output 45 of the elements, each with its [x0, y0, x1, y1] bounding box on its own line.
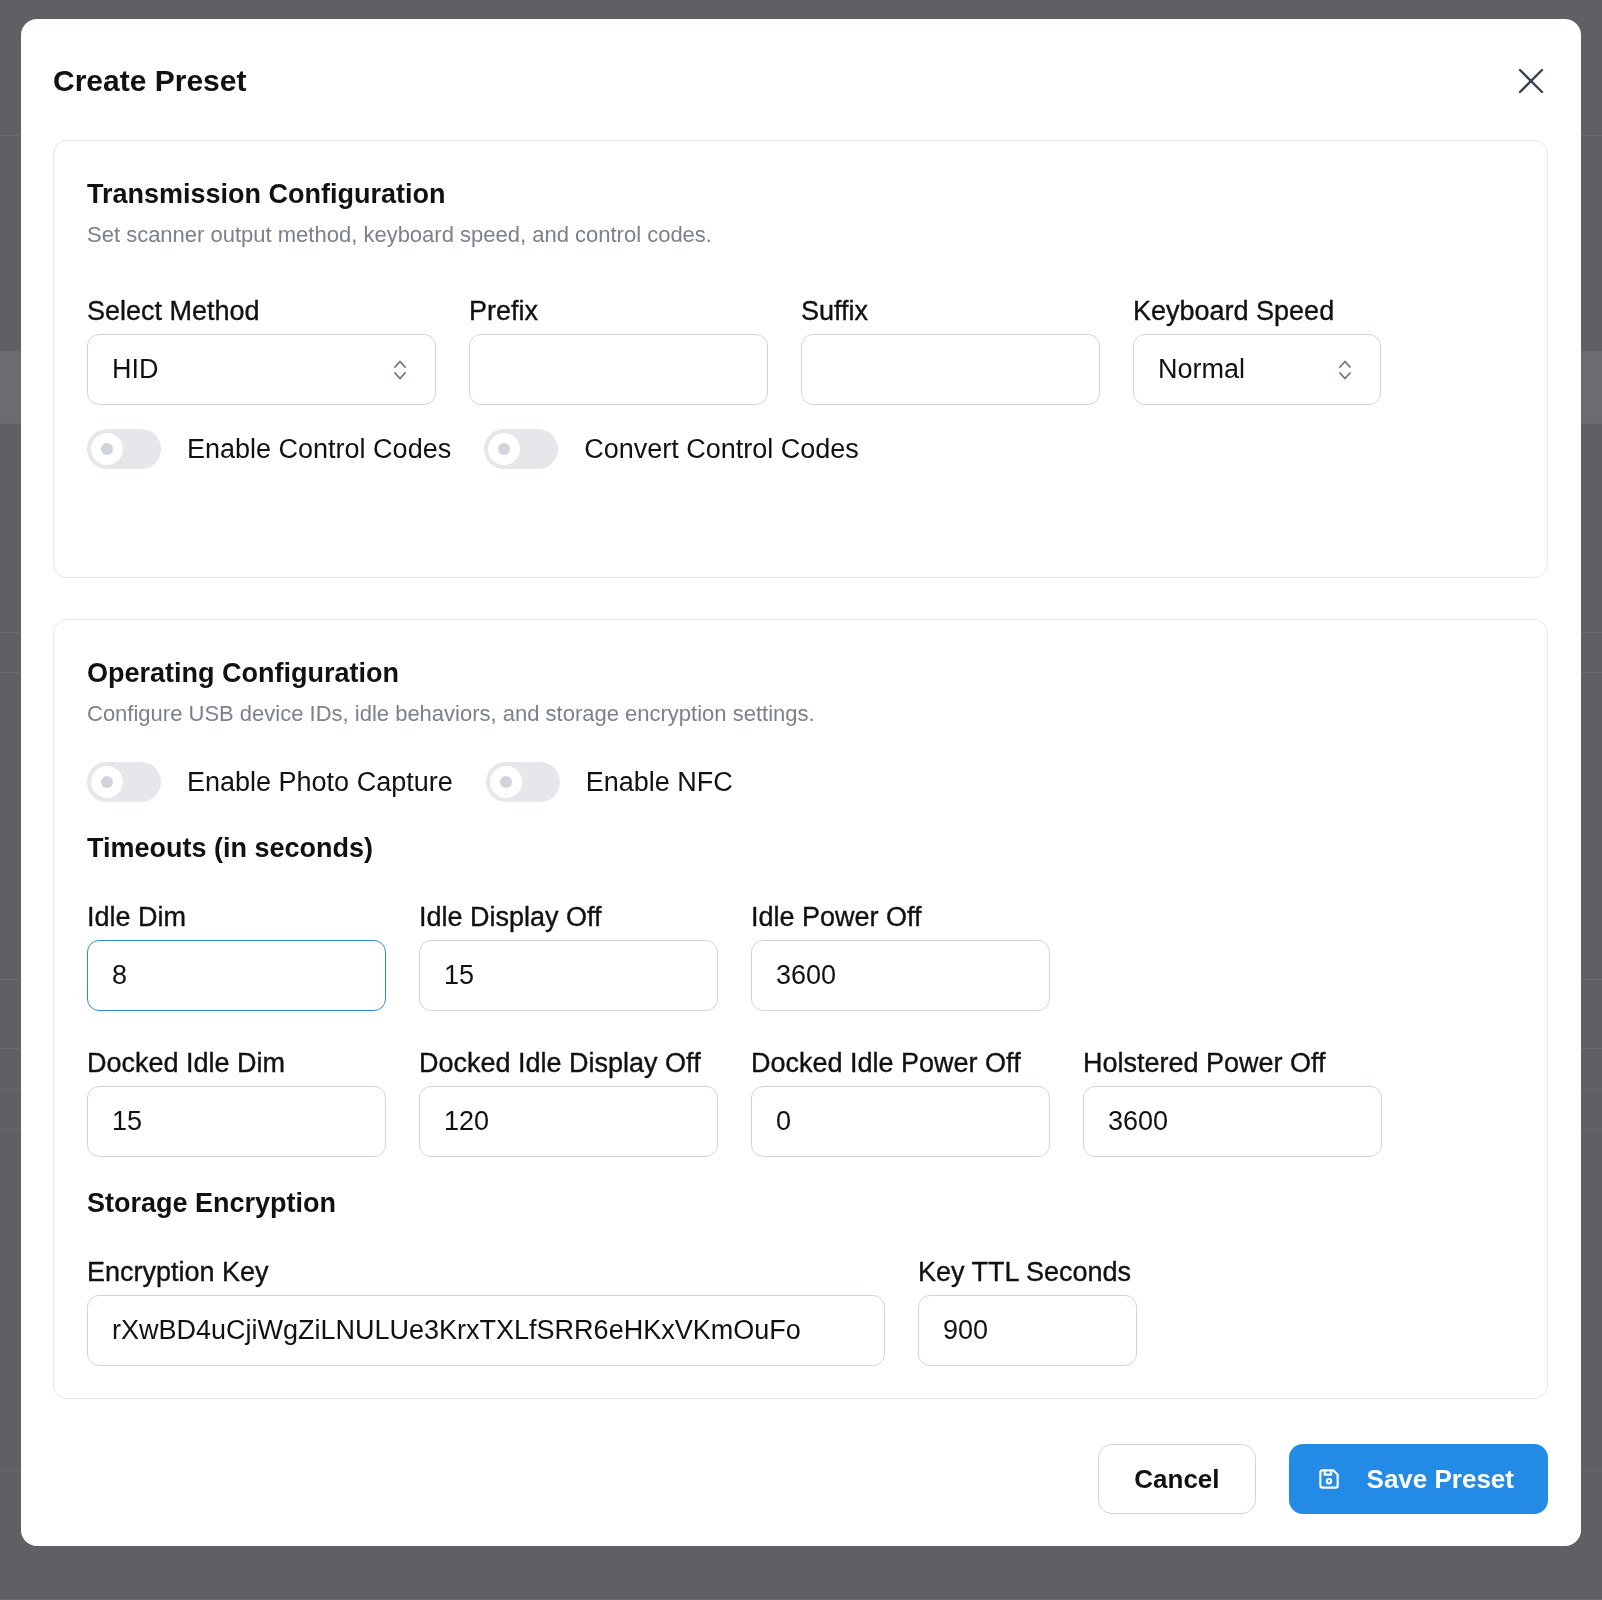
- field-label: Docked Idle Power Off: [751, 1047, 1021, 1079]
- toggle-switch[interactable]: [87, 429, 161, 469]
- field-label: Idle Dim: [87, 901, 187, 933]
- field-label: Docked Idle Display Off: [419, 1047, 701, 1079]
- input-field[interactable]: 3600: [751, 940, 1050, 1011]
- input-field[interactable]: 0: [751, 1086, 1050, 1157]
- toggle-label: Enable NFC: [585, 766, 733, 798]
- cancel-button[interactable]: Cancel: [1098, 1444, 1256, 1514]
- subsection-heading: Storage Encryption: [87, 1187, 338, 1219]
- field-label: Select Method: [87, 295, 260, 327]
- subsection-heading: Timeouts (in seconds): [87, 832, 375, 864]
- toggle-label: Convert Control Codes: [584, 433, 859, 465]
- input-field[interactable]: 900: [918, 1295, 1137, 1366]
- toggle-switch[interactable]: [484, 429, 559, 469]
- toggle-switch[interactable]: [87, 762, 161, 802]
- dialog-title: Create Preset: [53, 63, 247, 99]
- field-label: Idle Power Off: [751, 901, 922, 933]
- input-field[interactable]: 3600: [1083, 1086, 1382, 1157]
- field-label: Docked Idle Dim: [87, 1047, 286, 1079]
- select-field[interactable]: HID: [87, 334, 436, 405]
- section-description: Set scanner output method, keyboard speed, and control codes.: [87, 221, 713, 249]
- input-field[interactable]: 15: [87, 1086, 386, 1157]
- toggle-switch[interactable]: [485, 762, 560, 802]
- input-field[interactable]: rXwBD4uCjiWgZiLNULUe3KrxTXLfSRR6eHKxVKmOuFo: [87, 1295, 885, 1366]
- section-title: Transmission Configuration: [87, 178, 447, 210]
- section-description: Configure USB device IDs, idle behaviors, and storage encryption settings.: [87, 700, 816, 728]
- field-label: Keyboard Speed: [1133, 295, 1335, 327]
- field-label: Encryption Key: [87, 1256, 269, 1288]
- section-title: Operating Configuration: [87, 657, 400, 689]
- input-field[interactable]: 15: [419, 940, 718, 1011]
- field-label: Prefix: [469, 295, 539, 327]
- toggle-label: Enable Control Codes: [187, 433, 452, 465]
- input-field[interactable]: [469, 334, 768, 405]
- field-label: Holstered Power Off: [1083, 1047, 1326, 1079]
- toggle-label: Enable Photo Capture: [187, 766, 453, 798]
- field-label: Key TTL Seconds: [918, 1256, 1132, 1288]
- input-field[interactable]: 120: [419, 1086, 718, 1157]
- close-icon: [1518, 68, 1544, 94]
- field-label: Suffix: [801, 295, 869, 327]
- input-field[interactable]: [801, 334, 1100, 405]
- input-field[interactable]: 8: [87, 940, 386, 1011]
- select-field[interactable]: Normal: [1133, 334, 1381, 405]
- close-button[interactable]: [1516, 66, 1546, 96]
- save-button[interactable]: Save Preset: [1288, 1444, 1548, 1514]
- field-label: Idle Display Off: [419, 901, 602, 933]
